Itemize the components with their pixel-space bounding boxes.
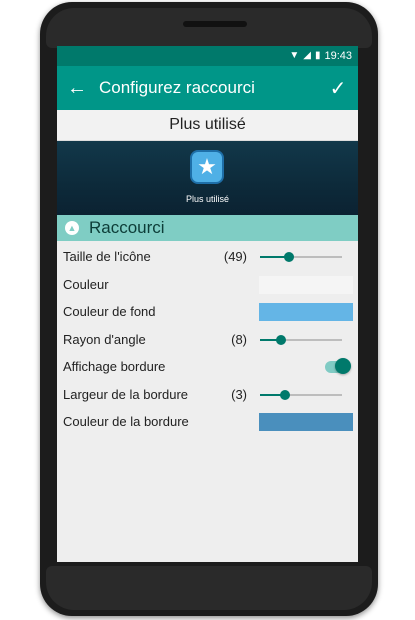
confirm-button[interactable]: ✓ [318, 66, 358, 110]
star-icon: ★ [197, 154, 217, 179]
app-screen: ▼ ◢ ▮ 19:43 ← Configurez raccourci ✓ Plu… [57, 46, 358, 562]
section-header-raccourci[interactable]: ▲ Raccourci [57, 215, 358, 241]
page-title: Configurez raccourci [99, 78, 255, 97]
icon-size-slider-thumb[interactable] [283, 252, 294, 262]
status-time: 19:43 [324, 50, 352, 62]
preview-title: Plus utilisé [57, 110, 358, 141]
section-title: Raccourci [89, 218, 165, 237]
arrow-back-icon: ← [67, 76, 87, 99]
shortcut-preview: ★ Plus utilisé [57, 141, 358, 215]
border-display-label: Affichage bordure [63, 359, 166, 375]
setting-row-border-display: Affichage bordure [57, 353, 358, 381]
setting-row-icon-size: Taille de l'icône (49) [57, 243, 358, 271]
phone-top-bezel [46, 8, 372, 48]
border-color-swatch[interactable] [259, 413, 353, 431]
border-color-label: Couleur de la bordure [63, 414, 189, 430]
settings-list: Taille de l'icône (49) Couleur Couleur d… [57, 241, 358, 436]
corner-radius-value: (8) [231, 331, 247, 347]
chevron-up-icon: ▲ [65, 221, 79, 235]
icon-size-value: (49) [223, 249, 247, 265]
setting-row-color: Couleur [57, 271, 358, 299]
icon-size-label: Taille de l'icône [63, 249, 151, 265]
setting-row-border-color: Couleur de la bordure [57, 408, 358, 436]
shortcut-label: Plus utilisé [185, 194, 230, 204]
background-color-swatch[interactable] [259, 303, 353, 321]
border-width-label: Largeur de la bordure [63, 386, 189, 402]
app-bar: ← Configurez raccourci ✓ [57, 66, 358, 110]
border-width-value: (3) [231, 386, 247, 402]
border-width-slider[interactable] [260, 389, 342, 400]
border-width-slider-thumb[interactable] [279, 389, 290, 400]
setting-row-border-width: Largeur de la bordure (3) [57, 381, 358, 409]
corner-radius-slider-thumb[interactable] [275, 334, 286, 345]
phone-bottom-bezel [46, 566, 372, 610]
check-icon: ✓ [329, 77, 347, 100]
back-button[interactable]: ← [57, 66, 97, 110]
wifi-icon: ▼ [289, 50, 300, 61]
background-color-label: Couleur de fond [63, 304, 156, 320]
border-display-toggle-thumb[interactable] [335, 358, 351, 374]
setting-row-background-color: Couleur de fond [57, 298, 358, 326]
color-label: Couleur [63, 276, 109, 292]
shortcut-icon[interactable]: ★ [190, 150, 224, 184]
setting-row-corner-radius: Rayon d'angle (8) [57, 326, 358, 354]
color-swatch[interactable] [259, 275, 353, 294]
speaker-grille [183, 21, 247, 27]
icon-size-slider[interactable] [260, 252, 342, 262]
corner-radius-label: Rayon d'angle [63, 331, 146, 347]
status-bar: ▼ ◢ ▮ 19:43 [57, 46, 358, 66]
battery-icon: ▮ [314, 50, 321, 61]
corner-radius-slider[interactable] [260, 334, 342, 345]
signal-icon: ◢ [303, 50, 311, 61]
